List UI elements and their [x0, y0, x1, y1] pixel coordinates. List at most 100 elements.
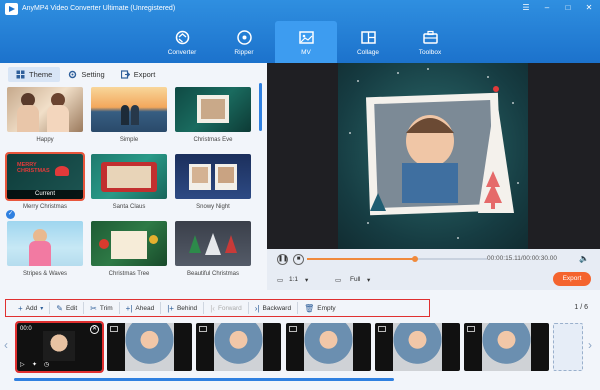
app-logo-icon: [5, 3, 18, 15]
add-label: Add: [25, 304, 38, 312]
ahead-label: Ahead: [135, 304, 155, 312]
theme-merry-christmas[interactable]: MERRY CHRISTMAS Current ✓ Merry Christma…: [5, 152, 85, 219]
close-icon[interactable]: ✕: [584, 3, 594, 13]
progress-knob[interactable]: [412, 256, 418, 262]
theme-grid-icon: [16, 70, 25, 79]
timeline-clip[interactable]: [107, 323, 192, 371]
ahead-button[interactable]: +| Ahead: [120, 302, 162, 314]
close-icon[interactable]: ✕: [90, 325, 99, 334]
plus-icon: +: [18, 303, 23, 313]
theme-label: Simple: [119, 137, 139, 143]
theme-label: Snowy Night: [196, 204, 230, 210]
backward-button[interactable]: ›| Backward: [249, 302, 299, 314]
theme-christmas-eve[interactable]: Christmas Eve: [175, 87, 251, 145]
player-controls: ❚❚ ■ 00:00:15.11/00:00:30.00 🔈 ▭ 1:1 ▾ ▭…: [267, 249, 600, 290]
theme-label: Happy: [36, 137, 54, 143]
add-clip-placeholder[interactable]: [553, 323, 583, 371]
chevron-down-icon[interactable]: ▾: [367, 276, 370, 284]
image-icon: [467, 326, 475, 332]
theme-beautiful-christmas[interactable]: Beautiful Christmas: [175, 221, 251, 279]
nav-collage[interactable]: Collage: [337, 21, 399, 63]
effects-icon[interactable]: ✦: [32, 361, 37, 368]
forward-button[interactable]: |‹ Forward: [204, 302, 249, 314]
chevron-left-icon[interactable]: ‹: [4, 338, 12, 352]
edit-area: + Add ▾ ✎ Edit ✂ Trim +| Ahead |+ Behind…: [0, 290, 600, 390]
edit-label: Edit: [65, 304, 78, 312]
stop-button[interactable]: ■: [293, 254, 304, 265]
pause-button[interactable]: ❚❚: [277, 254, 288, 265]
ripper-icon: [236, 29, 252, 45]
check-icon: ✓: [6, 210, 15, 219]
monitor-icon: ▭: [335, 277, 342, 284]
timeline-clip[interactable]: [196, 323, 281, 371]
minimize-icon[interactable]: –: [542, 3, 552, 13]
main-nav: Converter Ripper MV Collage Toolbox: [151, 21, 461, 63]
toolbox-icon: [422, 30, 438, 44]
theme-thumbnail: [91, 87, 167, 132]
theme-panel: Theme Setting Export Happy Simple Christ…: [0, 63, 267, 290]
preview-panel: ❚❚ ■ 00:00:15.11/00:00:30.00 🔈 ▭ 1:1 ▾ ▭…: [267, 63, 600, 290]
backward-icon: ›|: [254, 303, 260, 313]
clip-thumbnail: [304, 323, 353, 371]
gear-icon: [69, 70, 77, 79]
theme-simple[interactable]: Simple: [91, 87, 167, 145]
chevron-right-icon[interactable]: ›: [588, 338, 596, 352]
theme-thumbnail: [7, 221, 83, 266]
progress-bar[interactable]: [307, 256, 487, 262]
volume-icon[interactable]: 🔈: [579, 254, 589, 263]
tab-setting-label: Setting: [81, 70, 105, 79]
theme-happy[interactable]: Happy: [7, 87, 83, 145]
view-mode-select[interactable]: Full: [350, 276, 360, 283]
title-bar: AnyMP4 Video Converter Ultimate (Unregis…: [0, 0, 600, 63]
export-icon: [120, 70, 130, 79]
theme-label: Beautiful Christmas: [186, 271, 240, 277]
theme-santa-claus[interactable]: Santa Claus: [91, 154, 167, 212]
trash-icon: 🗑: [304, 303, 315, 313]
maximize-icon[interactable]: □: [563, 3, 573, 13]
tab-setting[interactable]: Setting: [60, 67, 112, 82]
preview-frame-image: [349, 68, 519, 239]
tab-export[interactable]: Export: [113, 67, 164, 82]
theme-thumbnail: [175, 87, 251, 132]
add-button[interactable]: + Add ▾: [12, 302, 51, 314]
tab-theme[interactable]: Theme: [8, 67, 61, 82]
edit-button[interactable]: ✎ Edit: [50, 302, 85, 314]
empty-button[interactable]: 🗑 Empty: [298, 302, 342, 314]
theme-thumbnail: [175, 154, 251, 199]
timeline-clip[interactable]: [375, 323, 460, 371]
theme-thumbnail: [91, 221, 167, 266]
trim-button[interactable]: ✂ Trim: [84, 302, 120, 314]
page-indicator: 1 / 6: [574, 304, 588, 311]
behind-button[interactable]: |+ Behind: [161, 302, 205, 314]
forward-label: Forward: [217, 304, 242, 312]
tab-export-label: Export: [133, 70, 156, 79]
mv-icon: [298, 30, 314, 44]
chevron-down-icon[interactable]: ▾: [305, 276, 308, 284]
export-button[interactable]: Export: [553, 272, 591, 286]
theme-christmas-tree[interactable]: Christmas Tree: [91, 221, 167, 279]
trees-icon: [189, 233, 237, 255]
timeline-clip[interactable]: 00:0 ✕ ▷ ✦ ◷: [15, 321, 104, 373]
clock-icon[interactable]: ◷: [44, 361, 49, 368]
edit-icon: ✎: [56, 303, 63, 313]
theme-thumbnail: MERRY CHRISTMAS Current: [5, 152, 85, 201]
play-icon[interactable]: ▷: [20, 361, 25, 368]
nav-ripper[interactable]: Ripper: [213, 21, 275, 63]
edit-toolbar: + Add ▾ ✎ Edit ✂ Trim +| Ahead |+ Behind…: [5, 299, 430, 317]
nav-mv[interactable]: MV: [275, 21, 337, 63]
aspect-ratio-select[interactable]: 1:1: [289, 276, 298, 283]
theme-stripes-waves[interactable]: Stripes & Waves: [7, 221, 83, 279]
theme-snowy-night[interactable]: Snowy Night: [175, 154, 251, 212]
menu-icon[interactable]: ☰: [521, 3, 531, 13]
nav-ripper-label: Ripper: [234, 48, 254, 56]
timeline-clip[interactable]: [286, 323, 371, 371]
timeline-scrollbar[interactable]: [14, 378, 394, 381]
collage-icon: [360, 30, 376, 44]
timeline-clip[interactable]: [464, 323, 549, 371]
nav-toolbox[interactable]: Toolbox: [399, 21, 461, 63]
current-badge: Current: [7, 190, 83, 199]
empty-label: Empty: [317, 304, 336, 312]
image-icon: [289, 326, 297, 332]
theme-scrollbar[interactable]: [259, 83, 262, 131]
nav-converter[interactable]: Converter: [151, 21, 213, 63]
